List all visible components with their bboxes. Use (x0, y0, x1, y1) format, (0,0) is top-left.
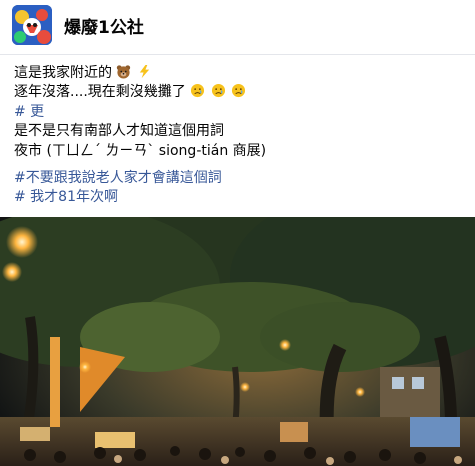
sad-face-emoji (211, 84, 225, 98)
sad-face-emoji (232, 84, 246, 98)
post-header: 爆廢1公社 (0, 0, 475, 55)
post-photo[interactable] (0, 217, 475, 466)
post-line-2: 逐年沒落....現在剩沒幾攤了 (14, 83, 464, 102)
post-line-1: 這是我家附近的 (14, 64, 464, 83)
post-line-5: 夜市 (ㄒㄩㄥˊ ㄌㄧㄢˋ siong-tián 商展) (14, 142, 267, 159)
post-line-3-tag[interactable]: # 更 (14, 103, 464, 122)
post-text: 這是我家附近的 逐年沒落....現在剩沒幾攤了 # 更 是不是只有南部人才知道這… (14, 64, 464, 161)
page-name[interactable]: 爆廢1公社 (64, 13, 144, 38)
hashtag-1[interactable]: #不要跟我說老人家才會講這個詞 (14, 169, 222, 188)
sad-face-emoji (191, 84, 205, 98)
page-avatar[interactable] (12, 5, 52, 45)
lightning-emoji (139, 64, 150, 79)
bear-emoji (117, 65, 131, 79)
night-market-street-photo (0, 217, 475, 466)
hashtag-2[interactable]: # 我才81年次啊 (14, 188, 222, 207)
hashtag-list: #不要跟我說老人家才會講這個詞 # 我才81年次啊 (14, 169, 222, 208)
post-line-4: 是不是只有南部人才知道這個用詞 (14, 123, 224, 140)
page-avatar-logo (12, 5, 52, 45)
